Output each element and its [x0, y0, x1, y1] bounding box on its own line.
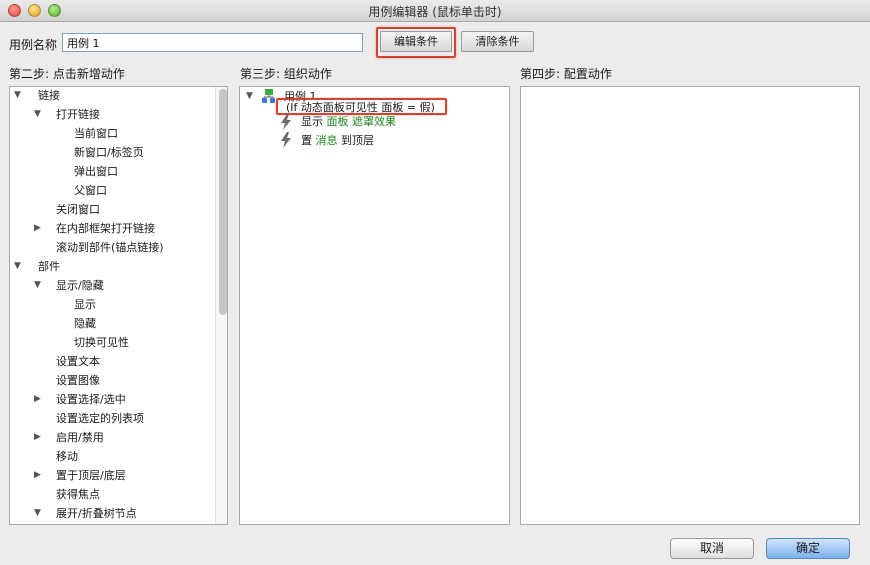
expand-triangle-icon[interactable]: ▶: [34, 394, 41, 404]
action-item[interactable]: 关闭窗口: [56, 203, 100, 216]
action1-target: 面板: [326, 115, 349, 128]
action-item[interactable]: 设置选定的列表项: [56, 412, 144, 425]
action-item[interactable]: 显示: [74, 298, 96, 311]
step4-label: 第四步: 配置动作: [520, 67, 612, 81]
action1-effect: 遮罩效果: [352, 115, 396, 128]
action-item[interactable]: 隐藏: [74, 317, 96, 330]
cancel-button[interactable]: 取消: [670, 538, 754, 559]
lightning-icon: [281, 132, 291, 148]
action-item[interactable]: 启用/禁用: [56, 431, 104, 444]
action-show-panel[interactable]: 显示 面板 遮罩效果: [301, 115, 396, 128]
action-item[interactable]: 滚动到部件(锚点链接): [56, 241, 164, 254]
case-tree-icon: [262, 89, 275, 103]
collapse-triangle-icon[interactable]: ▼: [14, 261, 21, 271]
action-item[interactable]: 新窗口/标签页: [74, 146, 144, 159]
step2-label: 第二步: 点击新增动作: [9, 67, 125, 81]
title-bar: 用例编辑器 (鼠标单击时): [0, 0, 870, 22]
collapse-triangle-icon[interactable]: ▼: [34, 109, 41, 119]
action-item[interactable]: 在内部框架打开链接: [56, 222, 155, 235]
window-title: 用例编辑器 (鼠标单击时): [368, 5, 502, 19]
action-item[interactable]: 打开链接: [56, 108, 100, 121]
expand-triangle-icon[interactable]: ▼: [246, 91, 253, 101]
actions-scrollbar[interactable]: [215, 87, 227, 524]
action-item[interactable]: 移动: [56, 450, 78, 463]
clear-condition-button[interactable]: 清除条件: [461, 31, 534, 52]
expand-triangle-icon[interactable]: ▶: [34, 470, 41, 480]
collapse-triangle-icon[interactable]: ▼: [14, 90, 21, 100]
actions-scrollbar-thumb[interactable]: [219, 89, 227, 315]
action-item[interactable]: 设置选择/选中: [56, 393, 126, 406]
ok-button[interactable]: 确定: [766, 538, 850, 559]
collapse-triangle-icon[interactable]: ▼: [34, 280, 41, 290]
case-name-label: 用例名称: [9, 38, 58, 52]
configure-panel: [520, 86, 860, 525]
action-item[interactable]: 当前窗口: [74, 127, 118, 140]
expand-triangle-icon[interactable]: ▶: [34, 223, 41, 233]
actions-panel: ▼ 链接 ▼ 打开链接当前窗口新窗口/标签页 弹出窗口父窗口关闭窗口 ▶ 在内部框架打开链接…: [9, 86, 228, 525]
action-item[interactable]: 置于顶层/底层: [56, 469, 126, 482]
action-item[interactable]: 展开/折叠树节点: [56, 507, 137, 520]
action-item[interactable]: 切换可见性: [74, 336, 129, 349]
collapse-triangle-icon[interactable]: ▼: [34, 508, 41, 518]
organize-panel: ▼ 用例 1 (If 动态面板可见性 面板 = 假) 显示 面板 遮罩效果 置 …: [239, 86, 510, 525]
action-category[interactable]: 部件: [38, 260, 60, 273]
lightning-icon: [281, 114, 291, 130]
action-item[interactable]: 获得焦点: [56, 488, 100, 501]
action1-verb: 显示: [301, 115, 323, 128]
action-item[interactable]: 父窗口: [74, 184, 107, 197]
action-item[interactable]: 设置文本: [56, 355, 100, 368]
action-item[interactable]: 显示/隐藏: [56, 279, 104, 292]
action-bring-to-front[interactable]: 置 消息 到顶层: [301, 134, 374, 147]
action-category[interactable]: 链接: [38, 89, 60, 102]
expand-triangle-icon[interactable]: ▶: [34, 432, 41, 442]
action2-suffix: 到顶层: [341, 134, 374, 147]
action-item[interactable]: 弹出窗口: [74, 165, 118, 178]
edit-condition-button[interactable]: 编辑条件: [380, 31, 452, 52]
action-item[interactable]: 设置图像: [56, 374, 100, 387]
condition-text[interactable]: (If 动态面板可见性 面板 = 假): [286, 101, 435, 114]
action2-verb: 置: [301, 134, 312, 147]
case-name-input[interactable]: [62, 33, 363, 52]
action2-target: 消息: [315, 134, 338, 147]
step3-label: 第三步: 组织动作: [240, 67, 332, 81]
